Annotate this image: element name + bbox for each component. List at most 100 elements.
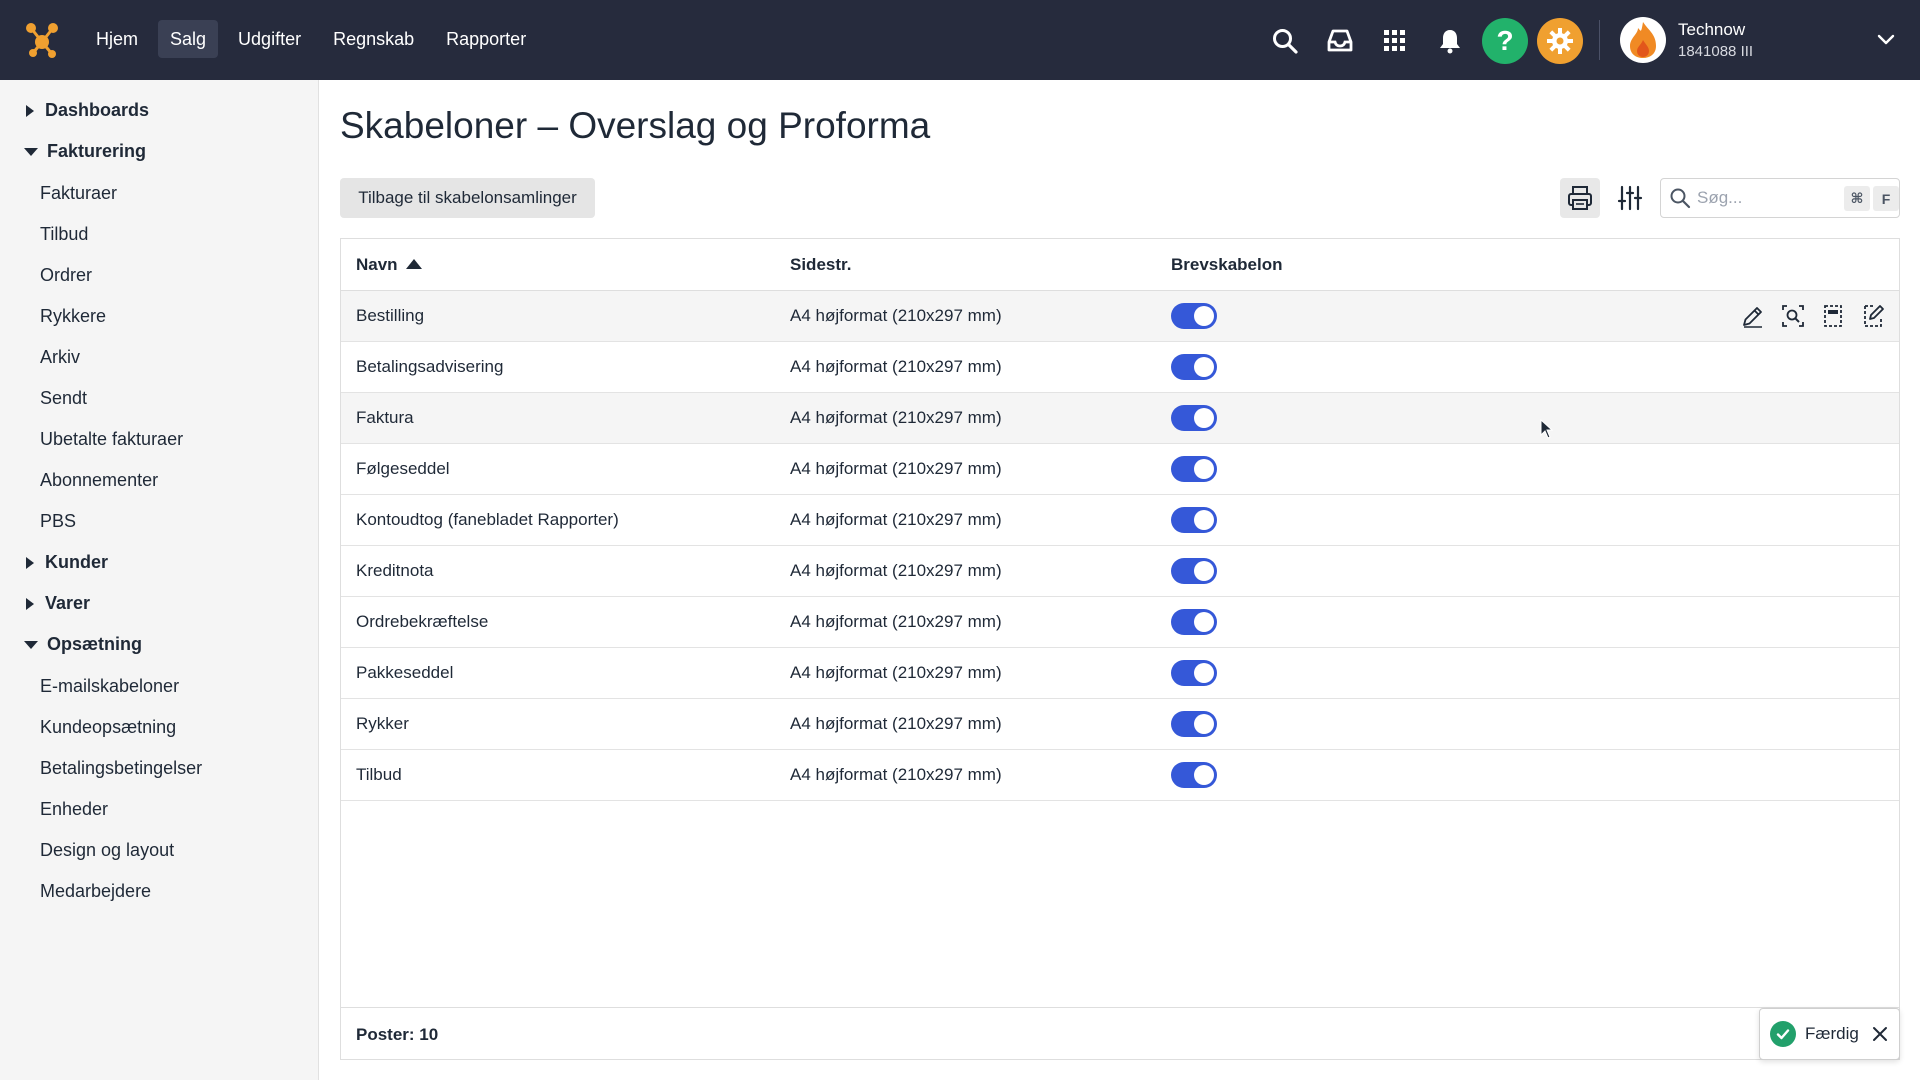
letter-template-toggle[interactable]: [1171, 354, 1217, 380]
back-to-collections-button[interactable]: Tilbage til skabelonsamlinger: [340, 178, 595, 218]
sidebar-item-betalingsbetingelser[interactable]: Betalingsbetingelser: [40, 758, 202, 779]
letter-template-toggle[interactable]: [1171, 405, 1217, 431]
nav-hjem[interactable]: Hjem: [84, 20, 150, 58]
sidebar-group-label: Opsætning: [47, 634, 142, 654]
sort-ascending-icon: [405, 259, 422, 269]
column-header-sidestr[interactable]: Sidestr.: [790, 255, 851, 275]
table-row[interactable]: Pakkeseddel A4 højformat (210x297 mm): [341, 648, 1899, 699]
sidebar-group-label: Fakturering: [47, 141, 147, 161]
table-row[interactable]: Følgeseddel A4 højformat (210x297 mm): [341, 444, 1899, 495]
sidebar-item-fakturaer[interactable]: Fakturaer: [40, 183, 117, 204]
sidebar-item-design-og-layout[interactable]: Design og layout: [40, 840, 174, 861]
table-row[interactable]: Tilbud A4 højformat (210x297 mm): [341, 750, 1899, 801]
letter-template-toggle[interactable]: [1171, 609, 1217, 635]
inbox-icon[interactable]: [1317, 19, 1363, 63]
print-button[interactable]: [1560, 178, 1600, 218]
row-size: A4 højformat (210x297 mm): [790, 510, 1002, 529]
letter-template-toggle[interactable]: [1171, 456, 1217, 482]
row-size: A4 højformat (210x297 mm): [790, 561, 1002, 580]
row-actions: [1739, 302, 1887, 330]
close-icon[interactable]: [1871, 1025, 1889, 1043]
sidebar-item-medarbejdere[interactable]: Medarbejdere: [40, 881, 151, 902]
chevron-down-icon[interactable]: [1874, 30, 1898, 50]
column-label: Navn: [356, 255, 398, 274]
nav-regnskab[interactable]: Regnskab: [321, 20, 426, 58]
letter-template-toggle[interactable]: [1171, 660, 1217, 686]
layout-icon[interactable]: [1819, 302, 1847, 330]
table-row[interactable]: Bestilling A4 højformat (210x297 mm): [341, 291, 1899, 342]
sidebar-group-label: Dashboards: [45, 100, 150, 120]
sliders-icon: [1617, 185, 1643, 211]
caret-right-icon: [26, 597, 34, 610]
sidebar-item-ubetalte-fakturaer[interactable]: Ubetalte fakturaer: [40, 429, 183, 450]
help-icon[interactable]: ?: [1482, 18, 1528, 64]
letter-template-toggle[interactable]: [1171, 303, 1217, 329]
sidebar-item-e-mailskabeloner[interactable]: E-mailskabeloner: [40, 676, 179, 697]
nav-udgifter[interactable]: Udgifter: [226, 20, 313, 58]
row-size: A4 højformat (210x297 mm): [790, 357, 1002, 376]
app-logo-icon[interactable]: [24, 20, 60, 60]
row-name: Tilbud: [356, 765, 402, 784]
search-icon: [1670, 188, 1691, 209]
sidebar-item-rykkere[interactable]: Rykkere: [40, 306, 106, 327]
column-settings-button[interactable]: [1610, 178, 1650, 218]
table-footer: Poster: 10: [341, 1007, 1899, 1059]
top-icons: ?: [1262, 18, 1592, 64]
main-nav: Hjem Salg Udgifter Regnskab Rapporter: [84, 20, 538, 58]
preview-icon[interactable]: [1779, 302, 1807, 330]
templates-table: Navn Sidestr. Brevskabelon Bestilling A4…: [340, 238, 1900, 1060]
top-bar: Hjem Salg Udgifter Regnskab Rapporter ? …: [0, 0, 1920, 80]
sidebar-item-sendt[interactable]: Sendt: [40, 388, 87, 409]
sidebar: Dashboards Fakturering Fakturaer Tilbud …: [0, 80, 319, 1080]
sidebar-group-varer[interactable]: Varer: [26, 593, 90, 614]
printer-icon: [1568, 186, 1592, 210]
sidebar-item-ordrer[interactable]: Ordrer: [40, 265, 92, 286]
table-row[interactable]: Faktura A4 højformat (210x297 mm): [341, 393, 1899, 444]
sidebar-group-dashboards[interactable]: Dashboards: [26, 100, 149, 121]
user-name: Technow: [1678, 20, 1746, 39]
search-input[interactable]: [1697, 188, 1837, 208]
row-size: A4 højformat (210x297 mm): [790, 408, 1002, 427]
user-menu[interactable]: Technow 1841088 III: [1620, 17, 1753, 63]
column-header-navn[interactable]: Navn: [356, 255, 422, 275]
gear-icon[interactable]: [1537, 18, 1583, 64]
edit-document-icon[interactable]: [1859, 302, 1887, 330]
sidebar-group-opsaetning[interactable]: Opsætning: [24, 634, 142, 655]
shortcut-key: F: [1873, 186, 1899, 211]
search-icon[interactable]: [1262, 19, 1308, 63]
letter-template-toggle[interactable]: [1171, 558, 1217, 584]
sidebar-item-pbs[interactable]: PBS: [40, 511, 76, 532]
apps-grid-icon[interactable]: [1372, 19, 1418, 63]
letter-template-toggle[interactable]: [1171, 762, 1217, 788]
avatar: [1620, 17, 1666, 63]
sidebar-item-kundeopsaetning[interactable]: Kundeopsætning: [40, 717, 176, 738]
nav-salg[interactable]: Salg: [158, 20, 219, 58]
letter-template-toggle[interactable]: [1171, 711, 1217, 737]
row-name: Ordrebekræftelse: [356, 612, 489, 631]
sidebar-item-tilbud[interactable]: Tilbud: [40, 224, 88, 245]
row-name: Følgeseddel: [356, 459, 450, 478]
sidebar-item-enheder[interactable]: Enheder: [40, 799, 108, 820]
sidebar-item-arkiv[interactable]: Arkiv: [40, 347, 80, 368]
status-toast: Færdig: [1759, 1008, 1900, 1060]
edit-icon[interactable]: [1739, 302, 1767, 330]
sidebar-group-fakturering[interactable]: Fakturering: [24, 141, 147, 162]
record-count: Poster: 10: [356, 1025, 439, 1044]
row-size: A4 højformat (210x297 mm): [790, 306, 1002, 325]
sidebar-group-kunder[interactable]: Kunder: [26, 552, 108, 573]
row-name: Bestilling: [356, 306, 425, 325]
column-header-brevskabelon[interactable]: Brevskabelon: [1171, 255, 1283, 275]
caret-down-icon: [24, 147, 38, 156]
table-row[interactable]: Rykker A4 højformat (210x297 mm): [341, 699, 1899, 750]
letter-template-toggle[interactable]: [1171, 507, 1217, 533]
table-row[interactable]: Kreditnota A4 højformat (210x297 mm): [341, 546, 1899, 597]
bell-icon[interactable]: [1427, 19, 1473, 63]
page-title: Skabeloner – Overslag og Proforma: [340, 105, 931, 146]
table-row[interactable]: Betalingsadvisering A4 højformat (210x29…: [341, 342, 1899, 393]
nav-rapporter[interactable]: Rapporter: [434, 20, 538, 58]
search-box: ⌘ F: [1660, 178, 1900, 218]
sidebar-item-abonnementer[interactable]: Abonnementer: [40, 470, 158, 491]
table-row[interactable]: Ordrebekræftelse A4 højformat (210x297 m…: [341, 597, 1899, 648]
row-size: A4 højformat (210x297 mm): [790, 663, 1002, 682]
table-row[interactable]: Kontoudtog (fanebladet Rapporter) A4 høj…: [341, 495, 1899, 546]
